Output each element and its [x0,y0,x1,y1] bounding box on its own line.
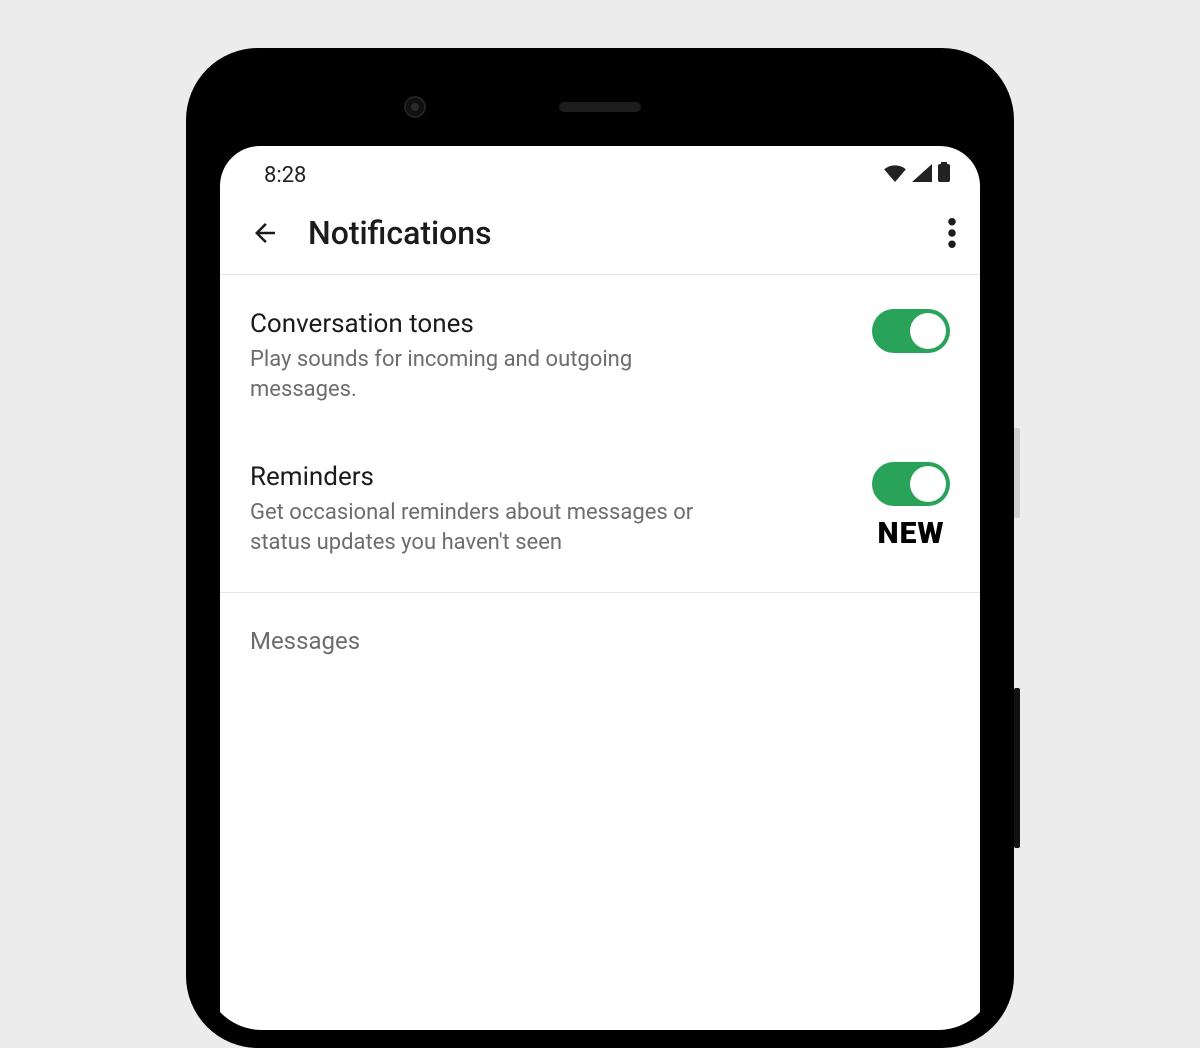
new-badge: NEW [878,516,945,551]
status-icons [884,162,950,188]
wifi-icon [884,163,906,188]
section-header-messages: Messages [220,593,980,655]
setting-reminders[interactable]: Reminders Get occasional reminders about… [220,438,980,591]
conversation-tones-toggle[interactable] [872,309,950,353]
setting-title: Conversation tones [250,309,852,339]
battery-icon [938,162,950,188]
phone-camera [404,96,426,118]
toggle-knob [910,466,946,502]
status-bar: 8:28 [220,146,980,196]
status-time: 8:28 [264,163,306,188]
phone-speaker [559,102,641,112]
toggle-knob [910,313,946,349]
setting-text: Conversation tones Play sounds for incom… [250,309,852,404]
phone-side-button-bottom [1014,688,1020,848]
phone-side-button-top [1014,428,1020,518]
page-title: Notifications [308,214,920,252]
phone-bezel: 8:28 Notifications [204,66,996,1030]
setting-description: Play sounds for incoming and outgoing me… [250,345,730,404]
toggle-column: NEW [872,462,950,551]
back-arrow-icon[interactable] [250,218,280,248]
setting-text: Reminders Get occasional reminders about… [250,462,852,557]
reminders-toggle[interactable] [872,462,950,506]
phone-screen: 8:28 Notifications [220,146,980,1030]
cell-signal-icon [912,163,932,188]
app-bar: Notifications [220,196,980,274]
setting-conversation-tones[interactable]: Conversation tones Play sounds for incom… [220,275,980,438]
setting-description: Get occasional reminders about messages … [250,498,730,557]
setting-title: Reminders [250,462,852,492]
phone-frame: 8:28 Notifications [186,48,1014,1048]
more-options-icon[interactable] [948,218,956,248]
toggle-column [872,309,950,353]
